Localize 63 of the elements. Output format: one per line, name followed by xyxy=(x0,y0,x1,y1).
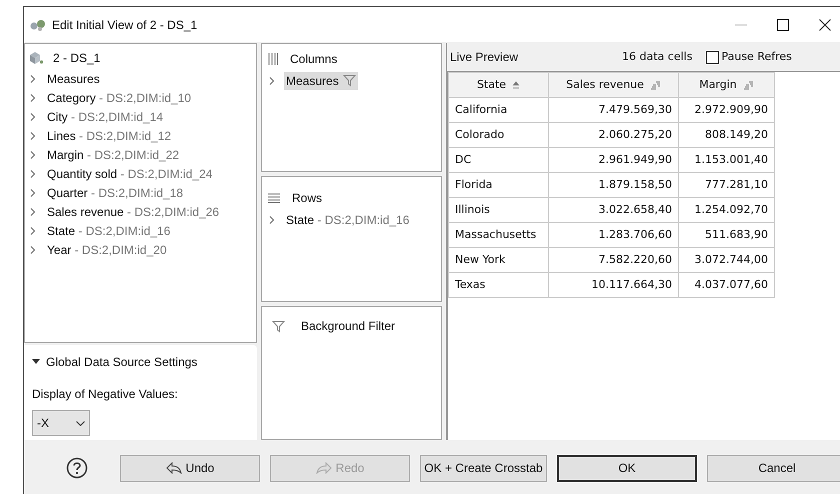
table-cell: 511.683,90 xyxy=(678,222,774,248)
redo-arrow-icon xyxy=(316,462,332,474)
table-cell: 777.281,10 xyxy=(678,172,774,198)
dialog-button[interactable]: OK xyxy=(557,454,697,482)
panel-title: Rows xyxy=(292,190,322,207)
table-cell: 7.479.569,30 xyxy=(548,98,678,122)
chevron-down-icon xyxy=(76,420,85,426)
table-cell: California xyxy=(448,98,548,122)
table-cell: Colorado xyxy=(448,122,548,148)
table-cell: 3.072.744,00 xyxy=(678,248,774,272)
field-label: Display of Negative Values: xyxy=(32,386,179,403)
filter-icon xyxy=(342,74,356,87)
triangle-down-icon[interactable] xyxy=(32,359,40,365)
data-source-name: 2 - DS_1 xyxy=(53,50,100,67)
table-cell: Florida xyxy=(448,172,548,198)
chevron-right-icon[interactable] xyxy=(268,214,276,224)
pause-checkbox[interactable] xyxy=(706,50,720,64)
item-label: Measures xyxy=(286,72,339,90)
cube-icon xyxy=(29,51,45,65)
filter-icon xyxy=(272,320,285,332)
tree-item[interactable]: Measures xyxy=(284,72,358,90)
chevron-right-icon[interactable] xyxy=(268,76,276,86)
table-cell: 1.254.092,70 xyxy=(678,198,774,222)
table-cell: 10.117.664,30 xyxy=(548,272,678,298)
table-cell: 2.961.949,90 xyxy=(548,148,678,172)
undo-button[interactable]: Undo xyxy=(120,454,260,482)
section-title[interactable]: Global Data Source Settings xyxy=(46,353,198,371)
table-cell: 3.022.658,40 xyxy=(548,198,678,222)
table-cell: 808.149,20 xyxy=(678,122,774,148)
table-cell: 2.060.275,20 xyxy=(548,122,678,148)
checkbox-label: Pause Refres xyxy=(721,48,792,65)
sort-icon[interactable] xyxy=(650,80,661,90)
table-cell: Massachusetts xyxy=(448,222,548,248)
dialog-button[interactable]: Cancel xyxy=(707,454,840,482)
panel-title: Columns xyxy=(290,51,338,68)
undo-arrow-icon xyxy=(166,462,182,474)
app-icon xyxy=(30,18,46,30)
table-cell: 1.153.001,40 xyxy=(678,148,774,172)
table-cell: Texas xyxy=(448,272,548,298)
data-cell-count: 16 data cells xyxy=(622,48,692,65)
help-icon[interactable] xyxy=(66,457,88,479)
sort-ascending-icon[interactable] xyxy=(512,81,520,89)
table-cell: 2.972.909,90 xyxy=(678,98,774,122)
column-header[interactable]: Margin xyxy=(678,72,774,98)
window-title: Edit Initial View of 2 - DS_1 xyxy=(52,16,198,34)
rows-icon xyxy=(268,193,280,203)
table-cell: 7.582.220,60 xyxy=(548,248,678,272)
table-cell: 1.879.158,50 xyxy=(548,172,678,198)
close-icon[interactable] xyxy=(819,18,831,30)
table-cell: 1.283.706,60 xyxy=(548,222,678,248)
table-cell: Illinois xyxy=(448,198,548,222)
column-header[interactable]: Sales revenue xyxy=(548,72,678,98)
column-header[interactable]: State xyxy=(448,72,548,98)
dialog-button[interactable]: OK + Create Crosstab xyxy=(420,454,547,482)
table-cell: DC xyxy=(448,148,548,172)
columns-icon xyxy=(268,53,278,65)
panel-title: Live Preview xyxy=(450,49,518,66)
table-cell: New York xyxy=(448,248,548,272)
sort-icon[interactable] xyxy=(742,80,754,90)
panel-title: Background Filter xyxy=(301,318,396,335)
negative-values-dropdown[interactable]: -X xyxy=(32,410,90,436)
maximize-icon[interactable] xyxy=(777,18,789,30)
table-cell: 4.037.077,60 xyxy=(678,272,774,298)
